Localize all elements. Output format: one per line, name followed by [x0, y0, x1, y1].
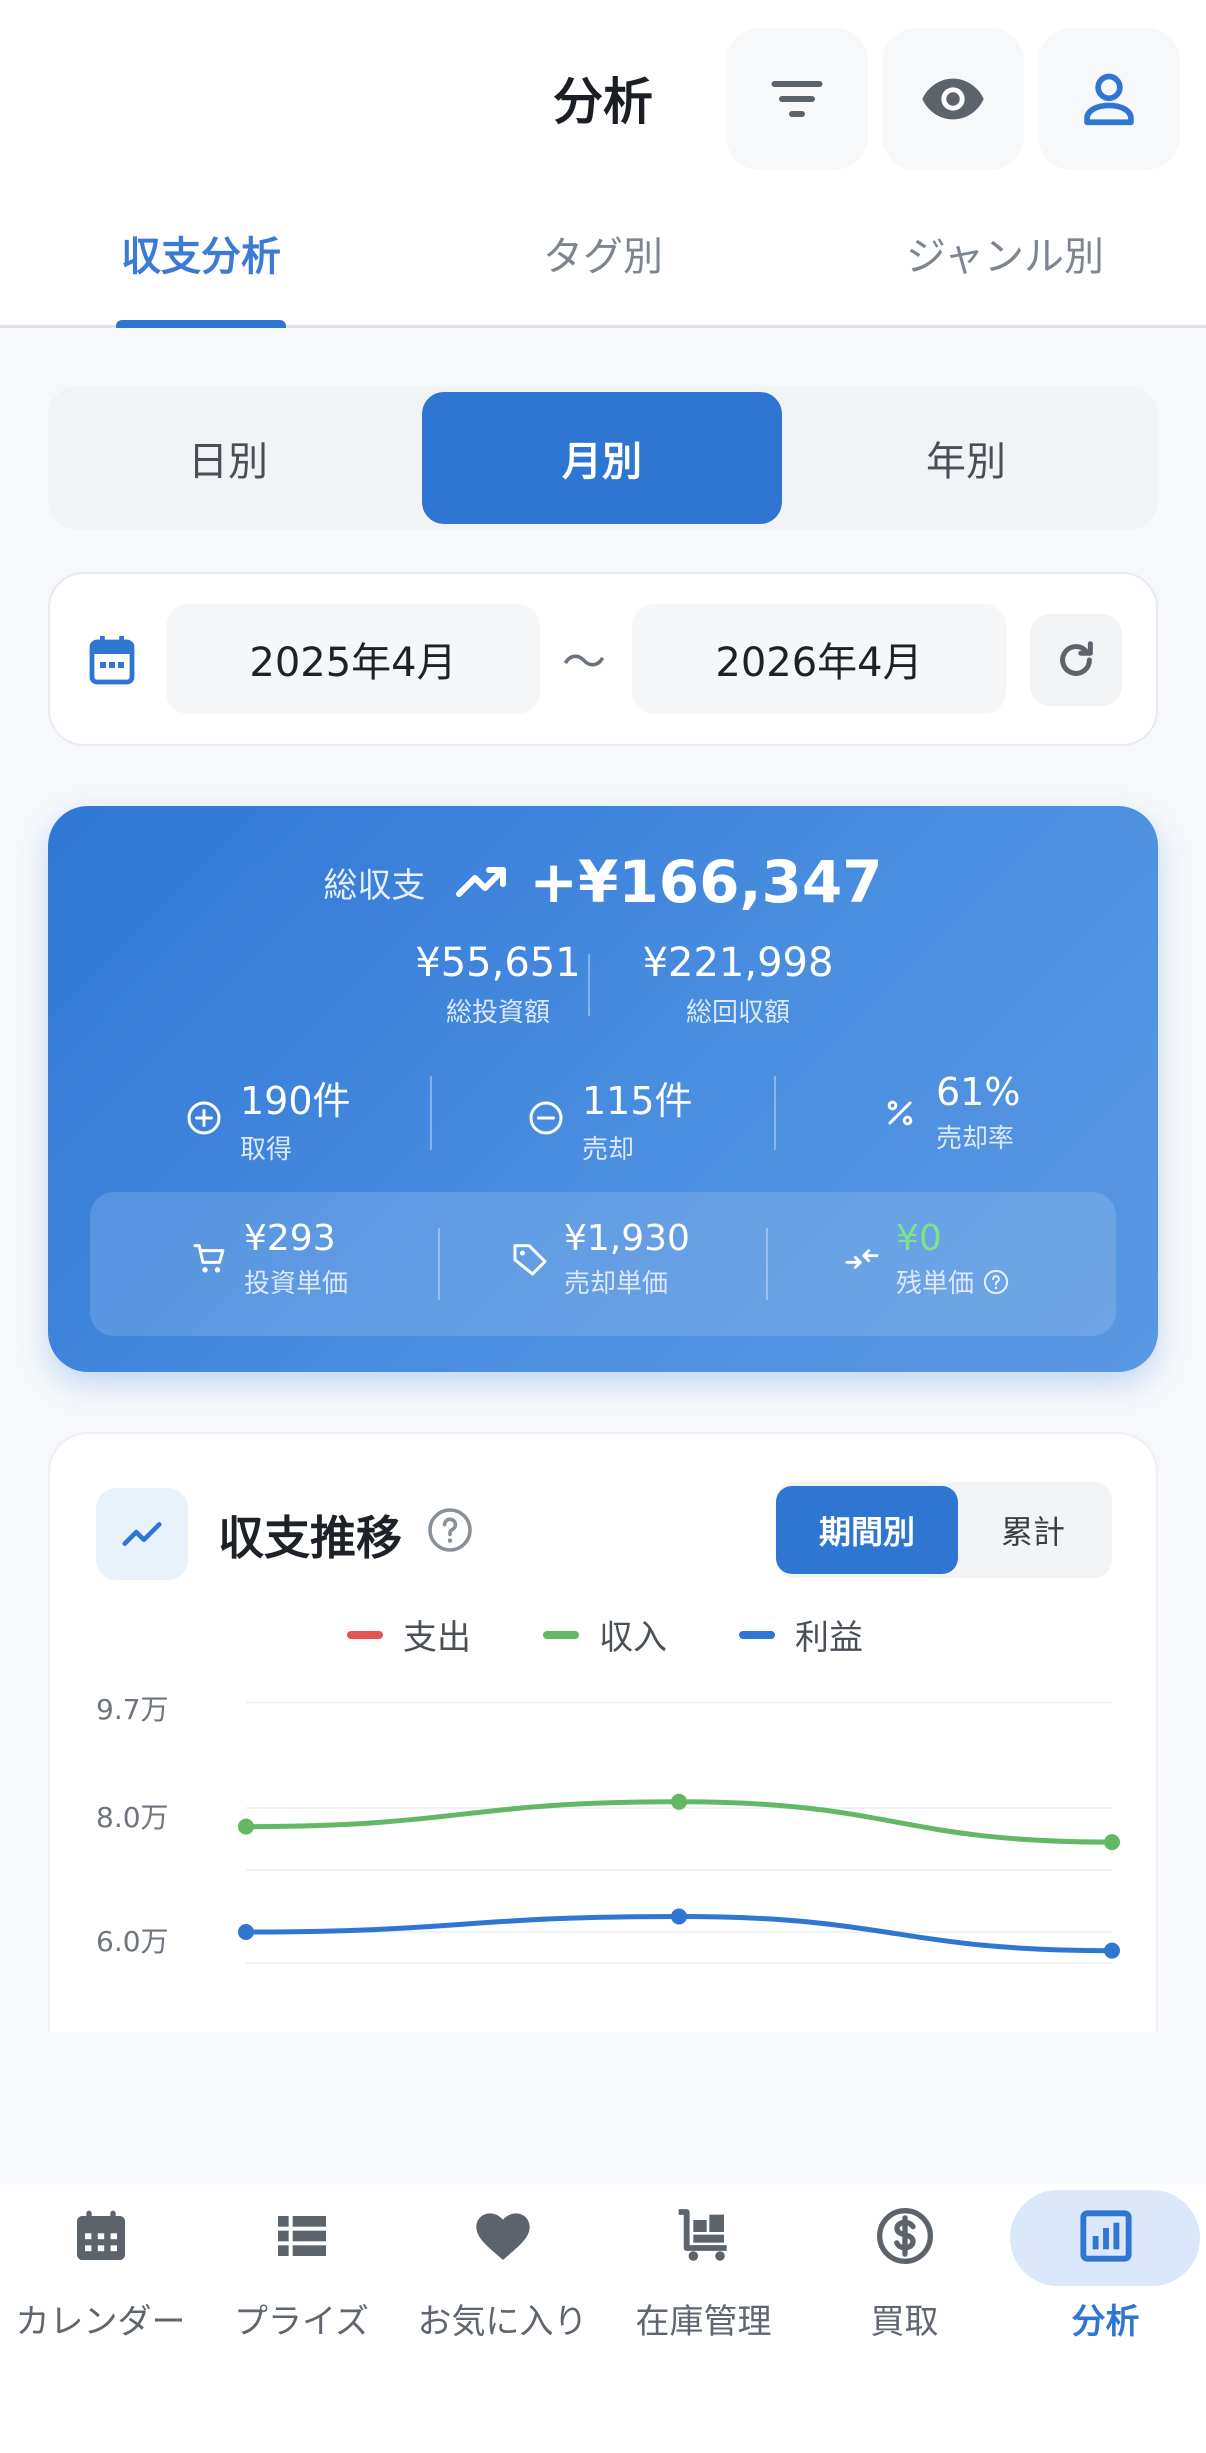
nav-label: カレンダー: [15, 2302, 186, 2342]
sold-count: 115件: [582, 1079, 693, 1123]
remaining-unit-value: ¥0: [896, 1218, 942, 1259]
period-daily-button[interactable]: 日別: [48, 392, 408, 524]
trending-up-icon: [456, 867, 507, 897]
active-tab-indicator: [116, 320, 286, 328]
period-yearly-button[interactable]: 年別: [786, 392, 1146, 524]
reset-range-button[interactable]: [1030, 614, 1122, 706]
divider: [438, 1228, 440, 1300]
data-point[interactable]: [1104, 1834, 1120, 1851]
user-icon: [1084, 73, 1134, 126]
heart-icon: [475, 2213, 530, 2260]
acquired-count: 190件: [240, 1079, 351, 1123]
unit-investment-label: 投資単価: [244, 1269, 349, 1299]
tag-icon: [513, 1244, 547, 1276]
nav-label: お気に入り: [417, 2302, 588, 2342]
account-button[interactable]: [1038, 28, 1180, 170]
data-point[interactable]: [671, 1793, 687, 1810]
nav-label: プライズ: [234, 2302, 369, 2342]
summary-card: 総収支 +¥166,347 ¥55,651 総投資額 ¥221,998 総回収額…: [48, 806, 1158, 1372]
unit-sale-label: 売却単価: [564, 1269, 669, 1299]
percent-icon: [887, 1100, 913, 1125]
start-month-field[interactable]: 2025年4月: [166, 604, 540, 714]
nav-label: 買取: [870, 2302, 939, 2342]
nav-label: 在庫管理: [635, 2302, 772, 2342]
sell-rate-value: 61%: [936, 1070, 1021, 1114]
nav-item-analysis[interactable]: 分析: [1005, 2184, 1206, 2384]
data-point[interactable]: [238, 1924, 254, 1940]
end-month-field[interactable]: 2026年4月: [632, 604, 1006, 714]
help-icon[interactable]: [982, 1268, 1010, 1296]
total-investment-label: 総投資額: [445, 998, 550, 1028]
cart-icon: [193, 1244, 225, 1273]
refresh-icon: [1060, 641, 1093, 676]
tab-balance-analysis[interactable]: 収支分析: [60, 224, 342, 282]
nav-item-inventory[interactable]: 在庫管理: [603, 2184, 804, 2384]
tab-by-tag[interactable]: タグ別: [462, 224, 744, 282]
nav-item-prizes[interactable]: プライズ: [201, 2184, 402, 2384]
plus-circle-icon: [187, 1101, 221, 1135]
list-icon: [277, 2216, 326, 2256]
trend-line-chart: [238, 1701, 1120, 1964]
trend-chart-card: 収支推移 期間別 累計 支出 収入 利益 9.7万 8.0万 6.0万: [48, 1432, 1158, 2032]
remaining-unit-label: 残単価: [896, 1269, 975, 1299]
filter-button[interactable]: [726, 28, 868, 170]
app-header: 分析 収支分析 タグ別 ジャンル別: [0, 0, 1206, 328]
data-point[interactable]: [671, 1908, 687, 1925]
minus-circle-icon: [529, 1101, 563, 1135]
dollar-icon: [876, 2208, 933, 2264]
data-point[interactable]: [1104, 1942, 1120, 1959]
chart-icon: [1079, 2210, 1132, 2262]
total-investment-value: ¥55,651: [415, 940, 581, 986]
calendar-icon: [76, 2210, 125, 2260]
divider: [774, 1076, 776, 1150]
range-separator: 〜: [562, 637, 606, 688]
acquired-label: 取得: [240, 1135, 293, 1165]
cart-icon: [678, 2209, 727, 2261]
bottom-navigation: カレンダー プライズ お気に入り 在庫管理 買取 分析: [0, 2184, 1206, 2453]
unit-sale-value: ¥1,930: [564, 1218, 690, 1259]
sold-label: 売却: [582, 1135, 635, 1165]
divider: [766, 1228, 768, 1300]
nav-label: 分析: [1071, 2302, 1140, 2342]
period-selector: 日別 月別 年別: [48, 386, 1158, 530]
unit-price-panel: ¥293 投資単価 ¥1,930 売却単価 ¥0 残単価: [90, 1192, 1116, 1336]
compare-arrows-icon: [845, 1249, 879, 1269]
sell-rate-label: 売却率: [936, 1124, 1015, 1154]
total-recovery-value: ¥221,998: [642, 940, 834, 986]
eye-icon: [922, 78, 984, 120]
date-range-picker: 2025年4月 〜 2026年4月: [48, 572, 1158, 746]
period-monthly-button[interactable]: 月別: [422, 392, 782, 524]
divider: [588, 954, 590, 1016]
divider: [430, 1076, 432, 1150]
filter-icon: [771, 81, 823, 117]
nav-item-buyback[interactable]: 買取: [804, 2184, 1005, 2384]
visibility-button[interactable]: [882, 28, 1024, 170]
total-balance-value: +¥166,347: [529, 848, 883, 916]
nav-item-calendar[interactable]: カレンダー: [0, 2184, 201, 2384]
total-recovery-label: 総回収額: [685, 998, 790, 1028]
tab-by-genre[interactable]: ジャンル別: [864, 224, 1146, 282]
calendar-icon: [89, 636, 135, 685]
unit-investment-value: ¥293: [244, 1218, 336, 1259]
total-balance-label: 総収支: [323, 865, 426, 906]
data-point[interactable]: [238, 1818, 254, 1835]
page-title: 分析: [553, 73, 653, 131]
analysis-tabs: 収支分析 タグ別 ジャンル別: [0, 200, 1206, 328]
nav-item-favorites[interactable]: お気に入り: [402, 2184, 603, 2384]
